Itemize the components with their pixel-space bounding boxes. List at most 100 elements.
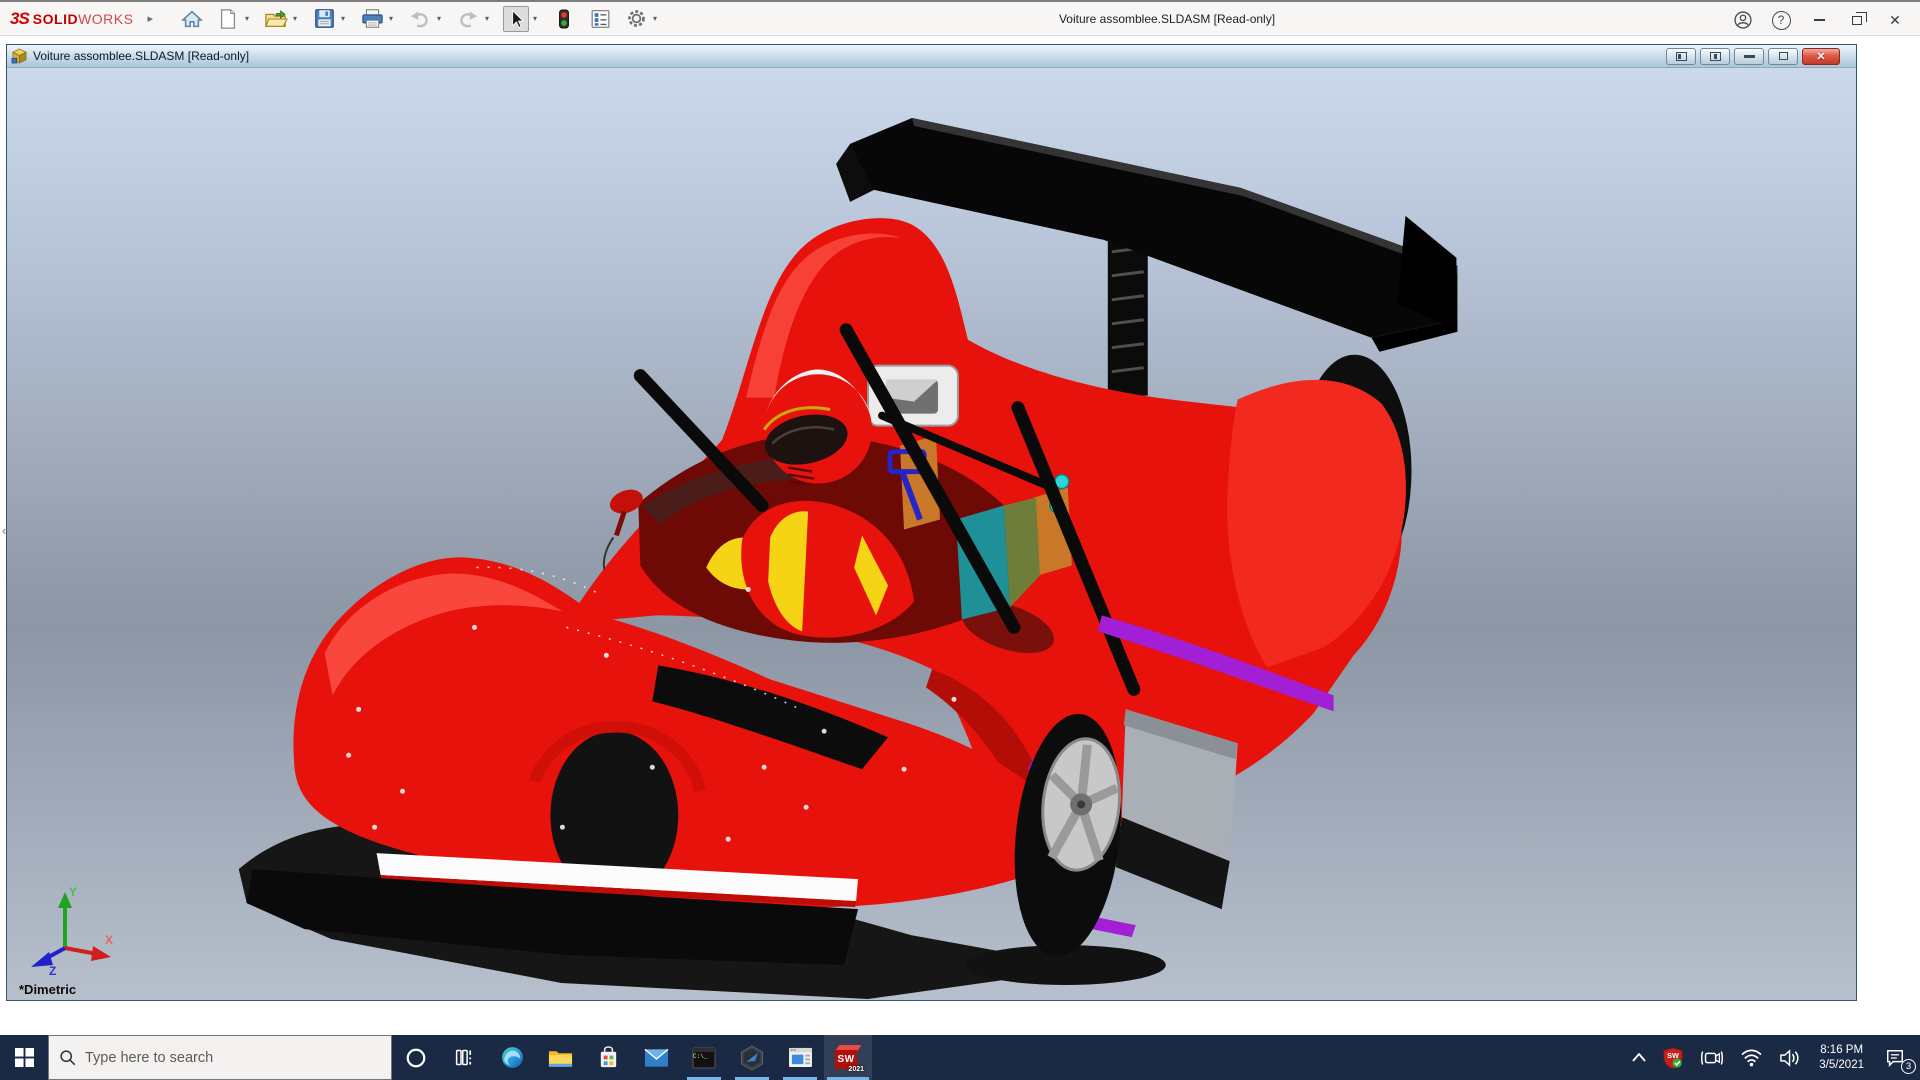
taskbar-clock[interactable]: 8:16 PM 3/5/2021	[1813, 1043, 1870, 1073]
search-icon	[60, 1050, 76, 1066]
shield-check-icon: SW	[1663, 1046, 1683, 1069]
tray-solidworks-shield-button[interactable]: SW	[1657, 1035, 1689, 1080]
doc-minimize-button[interactable]	[1734, 47, 1764, 65]
pane-split-icon	[1709, 51, 1721, 61]
restore-button[interactable]	[1838, 4, 1876, 36]
task-view-icon	[455, 1049, 471, 1066]
show-left-pane-button[interactable]	[1666, 47, 1696, 65]
solidworks-letters: SW	[837, 1053, 855, 1065]
doc-restore-button[interactable]	[1768, 47, 1798, 65]
save-icon	[314, 9, 334, 28]
restore-icon	[1852, 11, 1867, 25]
document-title: Voiture assomblee.SLDASM [Read-only]	[33, 49, 250, 63]
panel-collapse-arrow[interactable]: ‹	[2, 524, 6, 537]
triad-y-label: Y	[69, 885, 77, 899]
edge-icon	[501, 1047, 523, 1068]
document-window-controls: ✕	[1666, 47, 1852, 65]
print-icon	[361, 9, 383, 28]
rebuild-button[interactable]	[551, 6, 577, 32]
chevron-up-icon	[1632, 1053, 1646, 1062]
file-properties-icon	[591, 9, 609, 28]
model-canvas[interactable]	[7, 68, 1856, 1000]
open-button[interactable]	[263, 6, 289, 32]
undo-caret-icon[interactable]: ▾	[433, 14, 445, 23]
open-caret-icon[interactable]: ▾	[289, 14, 301, 23]
file-properties-button[interactable]	[587, 6, 613, 32]
file-explorer-button[interactable]	[536, 1035, 584, 1080]
select-cursor-icon	[512, 9, 525, 28]
document-titlebar[interactable]: Voiture assomblee.SLDASM [Read-only] ✕	[7, 45, 1856, 68]
file-explorer-icon	[548, 1050, 572, 1067]
app-titlebar: 3S SOLID WORKS ▸ ▾ ▾ ▾ ▾ ▾ ▾ ▾ ▾ Voiture…	[0, 0, 1920, 36]
redo-caret-icon[interactable]: ▾	[481, 14, 493, 23]
menu-expander-icon[interactable]: ▸	[147, 12, 153, 25]
notification-badge: 3	[1901, 1059, 1916, 1074]
redo-button[interactable]	[455, 6, 481, 32]
gear-icon	[627, 10, 645, 27]
hexagon-app-button[interactable]	[728, 1035, 776, 1080]
print-button[interactable]	[359, 6, 385, 32]
undo-icon	[410, 11, 428, 27]
document-window: Voiture assomblee.SLDASM [Read-only] ✕ Y…	[6, 44, 1857, 1001]
assembly-document-icon	[11, 48, 27, 64]
app-window-controls: ? ✕	[1724, 4, 1914, 36]
meet-now-button[interactable]	[1695, 1035, 1729, 1080]
save-button[interactable]	[311, 6, 337, 32]
new-document-icon	[220, 8, 236, 29]
solidworks-logo-light: WORKS	[78, 10, 134, 27]
store-icon	[600, 1046, 616, 1068]
cortana-button[interactable]	[392, 1035, 440, 1080]
select-tool-button[interactable]	[503, 5, 529, 32]
new-document-caret-icon[interactable]: ▾	[241, 14, 253, 23]
graphics-viewport[interactable]: Y X Z *Dimetric	[7, 68, 1856, 1000]
help-icon: ?	[1771, 10, 1791, 30]
doc-close-button[interactable]: ✕	[1802, 47, 1840, 65]
wifi-icon	[1741, 1049, 1762, 1067]
window-app-button[interactable]	[776, 1035, 824, 1080]
search-input[interactable]	[85, 1049, 335, 1066]
view-orientation-label: *Dimetric	[19, 982, 77, 997]
orientation-triad: Y X Z	[31, 885, 113, 976]
triad-x-label: X	[105, 933, 113, 947]
screen: 3S SOLID WORKS ▸ ▾ ▾ ▾ ▾ ▾ ▾ ▾ ▾ Voiture…	[0, 0, 1920, 1080]
print-caret-icon[interactable]: ▾	[385, 14, 397, 23]
taskbar-search[interactable]	[48, 1035, 392, 1080]
store-button[interactable]	[584, 1035, 632, 1080]
pane-left-icon	[1675, 51, 1687, 61]
system-tray: SW 8:16 PM 3/5/2021 3	[1627, 1035, 1920, 1080]
redo-icon	[460, 11, 478, 27]
start-button[interactable]	[0, 1035, 48, 1080]
tray-expand-button[interactable]	[1627, 1035, 1651, 1080]
clock-time: 8:16 PM	[1820, 1043, 1864, 1056]
undo-button[interactable]	[407, 6, 433, 32]
doc-restore-icon	[1778, 52, 1788, 60]
open-folder-icon	[265, 9, 288, 27]
options-caret-icon[interactable]: ▾	[649, 14, 661, 23]
volume-icon	[1780, 1048, 1799, 1067]
rebuild-traffic-light-icon	[559, 9, 569, 28]
user-icon	[1734, 11, 1752, 29]
solidworks-year: 2021	[848, 1065, 864, 1073]
solidworks-logo-mark: 3S	[10, 8, 30, 28]
select-tool-caret-icon[interactable]: ▾	[529, 14, 541, 23]
show-split-pane-button[interactable]	[1700, 47, 1730, 65]
solidworks-logo: 3S SOLID WORKS	[10, 9, 133, 29]
options-button[interactable]	[623, 6, 649, 32]
command-prompt-button[interactable]: C:\_	[680, 1035, 728, 1080]
help-button[interactable]: ?	[1762, 4, 1800, 36]
home-button[interactable]	[179, 6, 205, 32]
new-document-button[interactable]	[215, 6, 241, 32]
volume-button[interactable]	[1774, 1035, 1807, 1080]
account-button[interactable]	[1724, 4, 1762, 36]
edge-button[interactable]	[488, 1035, 536, 1080]
solidworks-taskbar-button[interactable]: SW 2021	[824, 1035, 872, 1080]
wifi-button[interactable]	[1735, 1035, 1768, 1080]
task-view-button[interactable]	[440, 1035, 488, 1080]
mail-button[interactable]	[632, 1035, 680, 1080]
solidworks-app-icon: SW 2021	[834, 1044, 864, 1073]
action-center-button[interactable]: 3	[1876, 1035, 1916, 1080]
save-caret-icon[interactable]: ▾	[337, 14, 349, 23]
close-button[interactable]: ✕	[1876, 4, 1914, 36]
quick-access-toolbar: ▾ ▾ ▾ ▾ ▾ ▾ ▾ ▾	[179, 5, 667, 32]
minimize-button[interactable]	[1800, 4, 1838, 36]
